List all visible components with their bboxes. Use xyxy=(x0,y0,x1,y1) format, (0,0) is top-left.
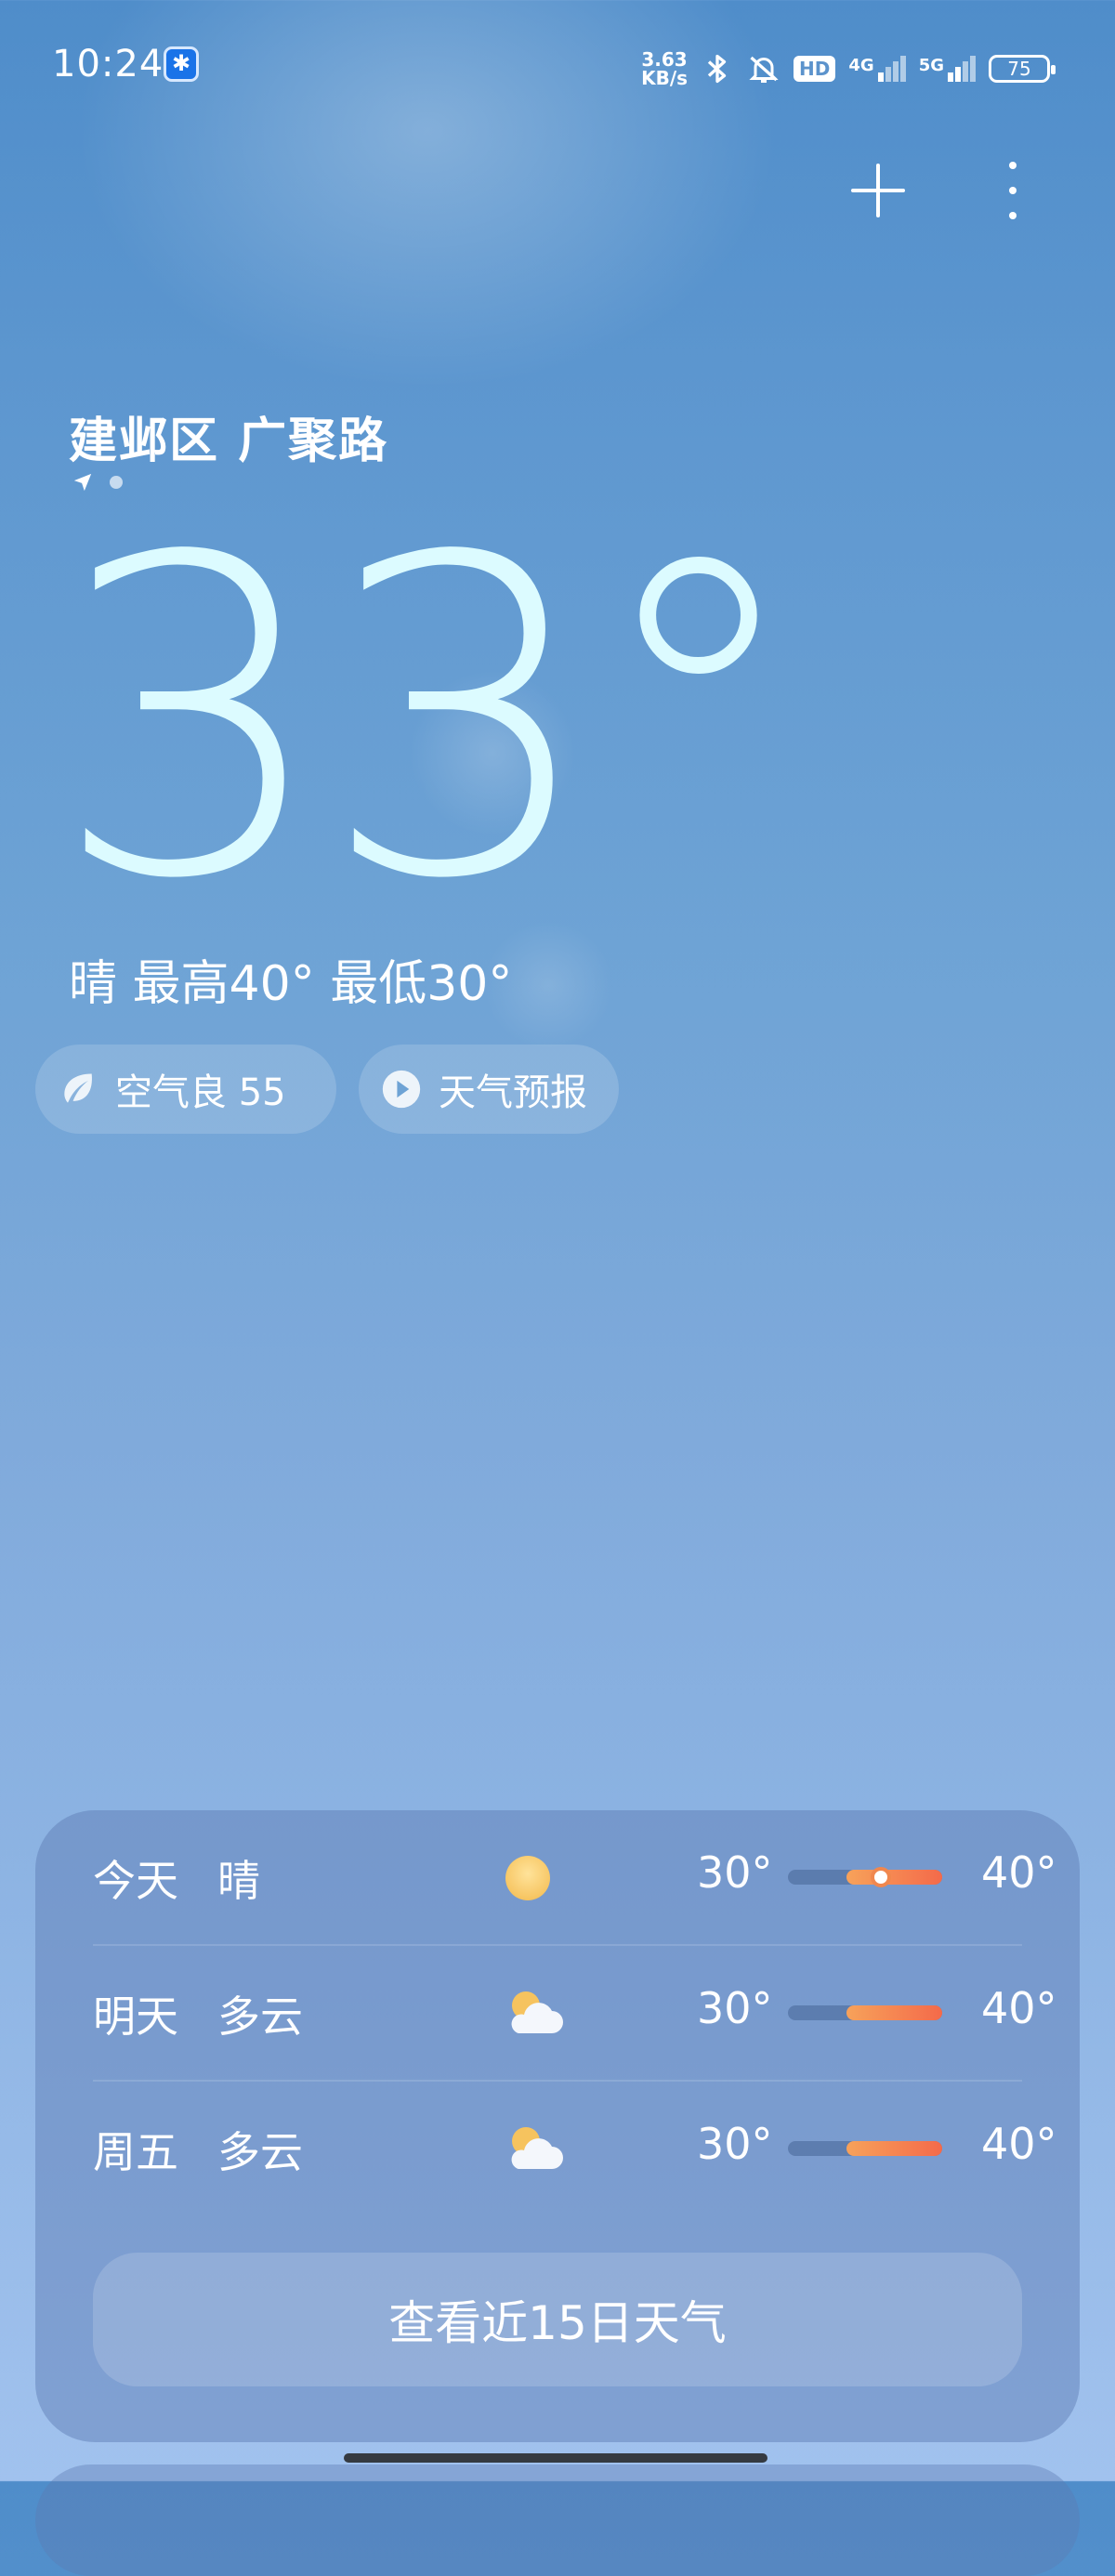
forecast-low: 30° xyxy=(697,1847,773,1898)
app-notification-icon xyxy=(164,46,199,82)
network-type-label: 4G xyxy=(848,56,874,75)
view-15-day-forecast-button[interactable]: 查看近15日天气 xyxy=(93,2253,1022,2386)
forecast-high: 40° xyxy=(981,1983,1057,2033)
forecast-card: 今天 晴 30° 40° 明天 多云 30° 40° 周五 多云 30° 40°… xyxy=(35,1810,1080,2442)
more-dot xyxy=(1009,187,1017,194)
signal-bar xyxy=(948,72,953,82)
signal-bar xyxy=(963,61,968,82)
more-dot xyxy=(1009,212,1017,219)
signal-bar xyxy=(955,67,961,82)
current-condition-summary: 晴 最高40° 最低30° xyxy=(69,956,513,1012)
forecast-day: 今天 xyxy=(93,1856,178,1906)
weather-forecast-label: 天气预报 xyxy=(439,1071,587,1114)
temperature-range-bar xyxy=(788,1867,942,1887)
current-temperature: 33° xyxy=(52,466,807,974)
forecast-row[interactable]: 周五 多云 30° 40° xyxy=(93,2082,1057,2215)
home-indicator[interactable] xyxy=(344,2453,767,2463)
mute-icon xyxy=(749,56,779,83)
forecast-high: 40° xyxy=(981,1847,1057,1898)
weather-forecast-chip[interactable]: 天气预报 xyxy=(359,1045,619,1134)
signal-4g: 4G xyxy=(848,56,906,82)
signal-bar xyxy=(899,56,906,82)
network-speed-unit: KB/s xyxy=(641,67,689,89)
air-quality-label: 空气良 55 xyxy=(115,1071,286,1114)
forecast-condition: 多云 xyxy=(217,1991,303,2042)
temperature-range-bar xyxy=(788,2005,942,2020)
forecast-condition: 晴 xyxy=(217,1856,260,1906)
status-bar: 10:24 3.63 KB/s HD 4G 5G 75 xyxy=(0,0,1115,130)
add-city-button[interactable] xyxy=(846,158,911,223)
leaf-icon xyxy=(64,1073,92,1103)
partly-cloudy-icon xyxy=(511,1991,563,2033)
forecast-condition: 多云 xyxy=(217,2127,303,2177)
signal-bar xyxy=(970,56,976,82)
temperature-range-fill xyxy=(846,2141,942,2156)
more-options-button[interactable] xyxy=(994,158,1031,223)
forecast-low: 30° xyxy=(697,2119,773,2169)
forecast-row[interactable]: 今天 晴 30° 40° xyxy=(93,1810,1057,1944)
network-type-label: 5G xyxy=(918,56,944,75)
signal-bar xyxy=(892,61,899,82)
next-card-peek xyxy=(35,2464,1080,2576)
forecast-day: 明天 xyxy=(93,1991,178,2042)
play-icon xyxy=(382,1070,421,1109)
signal-bar xyxy=(885,67,891,82)
temperature-range-fill xyxy=(846,1870,942,1885)
status-icons: 3.63 KB/s HD 4G 5G 75 xyxy=(641,48,1056,89)
forecast-high: 40° xyxy=(981,2119,1057,2169)
air-quality-chip[interactable]: 空气良 55 xyxy=(35,1045,336,1134)
battery-level: 75 xyxy=(1007,58,1031,80)
network-speed-value: 3.63 xyxy=(641,48,688,71)
forecast-day: 周五 xyxy=(93,2127,178,2177)
partly-cloudy-icon xyxy=(511,2127,563,2169)
hd-voice-badge: HD xyxy=(794,56,836,82)
forecast-low: 30° xyxy=(697,1983,773,2033)
sun-icon xyxy=(505,1856,550,1900)
network-speed: 3.63 KB/s xyxy=(641,50,688,87)
temperature-range-fill xyxy=(846,2005,942,2020)
location-title[interactable]: 建邺区 广聚路 xyxy=(69,401,388,471)
forecast-row[interactable]: 明天 多云 30° 40° xyxy=(93,1946,1057,2080)
battery-icon: 75 xyxy=(989,55,1056,83)
more-dot xyxy=(1009,162,1017,169)
status-time: 10:24 xyxy=(52,43,164,85)
current-temperature-marker xyxy=(870,1867,891,1887)
bluetooth-icon xyxy=(707,54,727,84)
signal-bar xyxy=(877,72,884,82)
signal-5g: 5G xyxy=(919,56,976,82)
temperature-range-bar xyxy=(788,2141,942,2156)
